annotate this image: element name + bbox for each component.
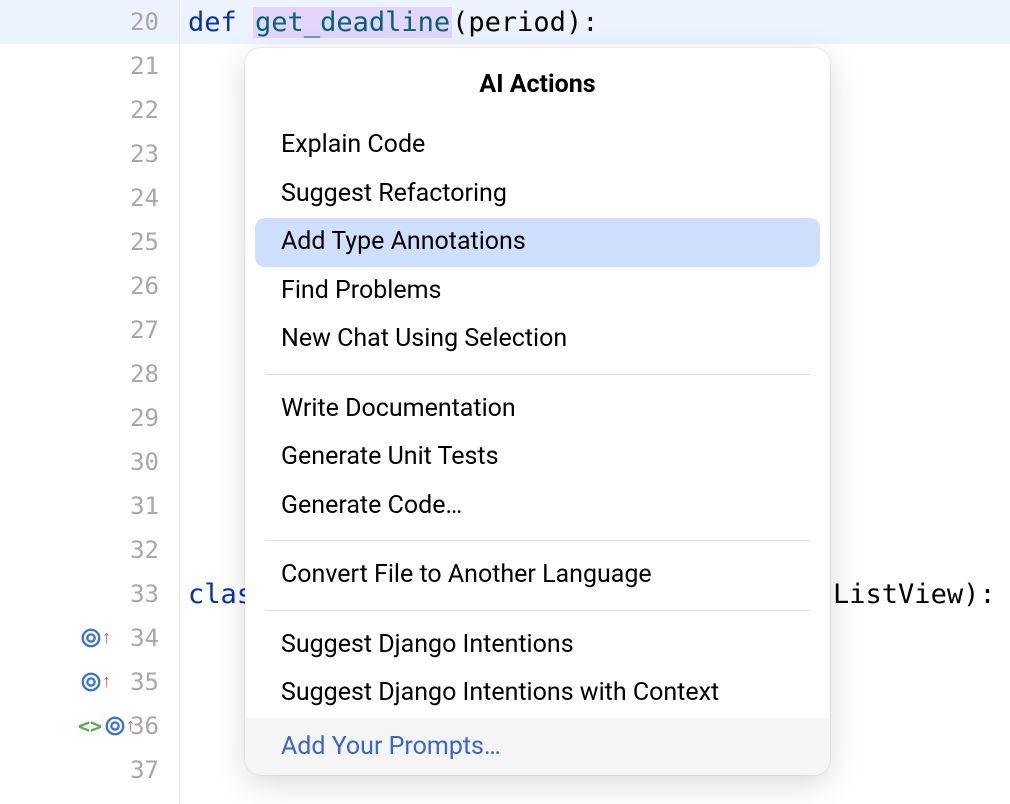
line-number: 37: [130, 756, 159, 784]
gutter-line[interactable]: 31: [0, 484, 179, 528]
gutter-line[interactable]: ↑ 35: [0, 660, 179, 704]
gutter-line[interactable]: 25: [0, 220, 179, 264]
menu-item-explain-code[interactable]: Explain Code: [245, 121, 830, 170]
override-icon[interactable]: ↑: [104, 715, 135, 737]
gutter-line[interactable]: 21: [0, 44, 179, 88]
gutter-line[interactable]: <> ↑ 36: [0, 704, 179, 748]
line-number: 20: [130, 8, 159, 36]
divider: [265, 610, 810, 611]
line-number: 29: [130, 404, 159, 432]
gutter-line[interactable]: 20: [0, 0, 179, 44]
line-number: 23: [130, 140, 159, 168]
line-number: 28: [130, 360, 159, 388]
line-number: 31: [130, 492, 159, 520]
menu-item-generate-unit-tests[interactable]: Generate Unit Tests: [245, 433, 830, 482]
gutter-line[interactable]: ↑ 34: [0, 616, 179, 660]
menu-item-suggest-django-intentions[interactable]: Suggest Django Intentions: [245, 621, 830, 670]
popup-section: Convert File to Another Language: [245, 551, 830, 600]
gutter-line[interactable]: 23: [0, 132, 179, 176]
gutter-line[interactable]: 32: [0, 528, 179, 572]
gutter-line[interactable]: 27: [0, 308, 179, 352]
popup-section: Write Documentation Generate Unit Tests …: [245, 385, 830, 531]
gutter-line[interactable]: 24: [0, 176, 179, 220]
line-number: 30: [130, 448, 159, 476]
code-tag-icon[interactable]: <>: [78, 714, 102, 738]
line-number: 34: [130, 624, 159, 652]
function-name: get_deadline: [253, 7, 452, 38]
line-number: 22: [130, 96, 159, 124]
gutter-line[interactable]: 28: [0, 352, 179, 396]
keyword-class: clas: [188, 579, 253, 610]
gutter-line[interactable]: 29: [0, 396, 179, 440]
popup-section: Suggest Django Intentions Suggest Django…: [245, 621, 830, 718]
open-paren: (: [452, 7, 468, 38]
menu-item-suggest-refactoring[interactable]: Suggest Refactoring: [245, 170, 830, 219]
menu-item-find-problems[interactable]: Find Problems: [245, 267, 830, 316]
gutter: 20 21 22 23 24 25 26 27 28 29 30: [0, 0, 180, 804]
override-icon[interactable]: ↑: [80, 671, 111, 693]
line-number: 24: [130, 184, 159, 212]
parameter: period: [468, 7, 566, 38]
code-line[interactable]: def get_deadline(period):: [180, 0, 1010, 44]
line-number: 35: [130, 668, 159, 696]
menu-item-new-chat-using-selection[interactable]: New Chat Using Selection: [245, 315, 830, 364]
ai-actions-popup: AI Actions Explain Code Suggest Refactor…: [245, 48, 830, 775]
keyword-def: def: [188, 7, 237, 38]
close-paren: ):: [566, 7, 599, 38]
gutter-line[interactable]: 30: [0, 440, 179, 484]
popup-footer-add-prompts[interactable]: Add Your Prompts…: [245, 718, 830, 775]
gutter-line[interactable]: 22: [0, 88, 179, 132]
gutter-line[interactable]: 26: [0, 264, 179, 308]
menu-item-convert-file[interactable]: Convert File to Another Language: [245, 551, 830, 600]
line-number: 26: [130, 272, 159, 300]
menu-item-suggest-django-intentions-context[interactable]: Suggest Django Intentions with Context: [245, 669, 830, 718]
class-suffix: ListView):: [833, 579, 996, 610]
line-number: 33: [130, 580, 159, 608]
menu-item-generate-code[interactable]: Generate Code…: [245, 482, 830, 531]
line-number: 25: [130, 228, 159, 256]
line-number: 32: [130, 536, 159, 564]
gutter-line[interactable]: 37: [0, 748, 179, 792]
divider: [265, 540, 810, 541]
line-number: 27: [130, 316, 159, 344]
menu-item-add-type-annotations[interactable]: Add Type Annotations: [255, 218, 820, 267]
gutter-line[interactable]: 33: [0, 572, 179, 616]
menu-item-write-documentation[interactable]: Write Documentation: [245, 385, 830, 434]
line-number: 21: [130, 52, 159, 80]
popup-title: AI Actions: [245, 48, 830, 121]
override-icon[interactable]: ↑: [80, 627, 111, 649]
divider: [265, 374, 810, 375]
popup-section: Explain Code Suggest Refactoring Add Typ…: [245, 121, 830, 364]
